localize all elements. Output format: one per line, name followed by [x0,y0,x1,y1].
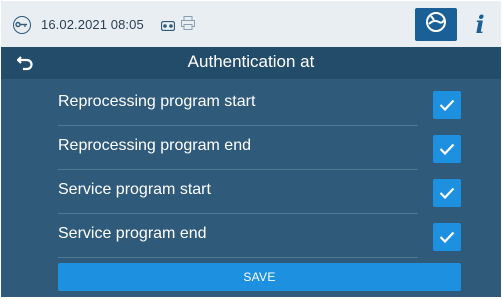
option-label: Reprocessing program end [58,137,251,154]
check-icon [439,187,455,199]
option-row-service-start[interactable]: Service program start [58,170,461,214]
option-row-service-end[interactable]: Service program end [58,214,461,258]
page-title: Authentication at [187,52,315,71]
option-label: Service program start [58,181,211,198]
check-icon [439,99,455,111]
check-icon [439,231,455,243]
reprocessing-start-checkbox[interactable] [433,91,461,119]
status-bar: 16.02.2021 08:05 i [1,1,501,47]
sterilizer-icon [425,11,447,38]
datetime: 16.02.2021 08:05 [41,17,144,32]
screen: 16.02.2021 08:05 i Authentication at Rep… [1,1,501,297]
reprocessing-end-checkbox[interactable] [433,135,461,163]
option-row-reprocessing-start[interactable]: Reprocessing program start [58,82,461,126]
option-row-reprocessing-end[interactable]: Reprocessing program end [58,126,461,170]
check-icon [439,143,455,155]
row-divider [58,257,418,258]
option-label: Service program end [58,225,207,242]
sterilizer-button[interactable] [415,8,457,41]
key-icon [13,16,31,34]
tape-icon [160,18,176,36]
info-icon: i [475,10,485,39]
service-end-checkbox[interactable] [433,223,461,251]
option-label: Reprocessing program start [58,93,256,110]
info-button[interactable]: i [462,8,498,41]
save-button[interactable]: SAVE [58,263,461,291]
service-start-checkbox[interactable] [433,179,461,207]
printer-icon [181,16,195,35]
title-bar: Authentication at [1,47,501,79]
